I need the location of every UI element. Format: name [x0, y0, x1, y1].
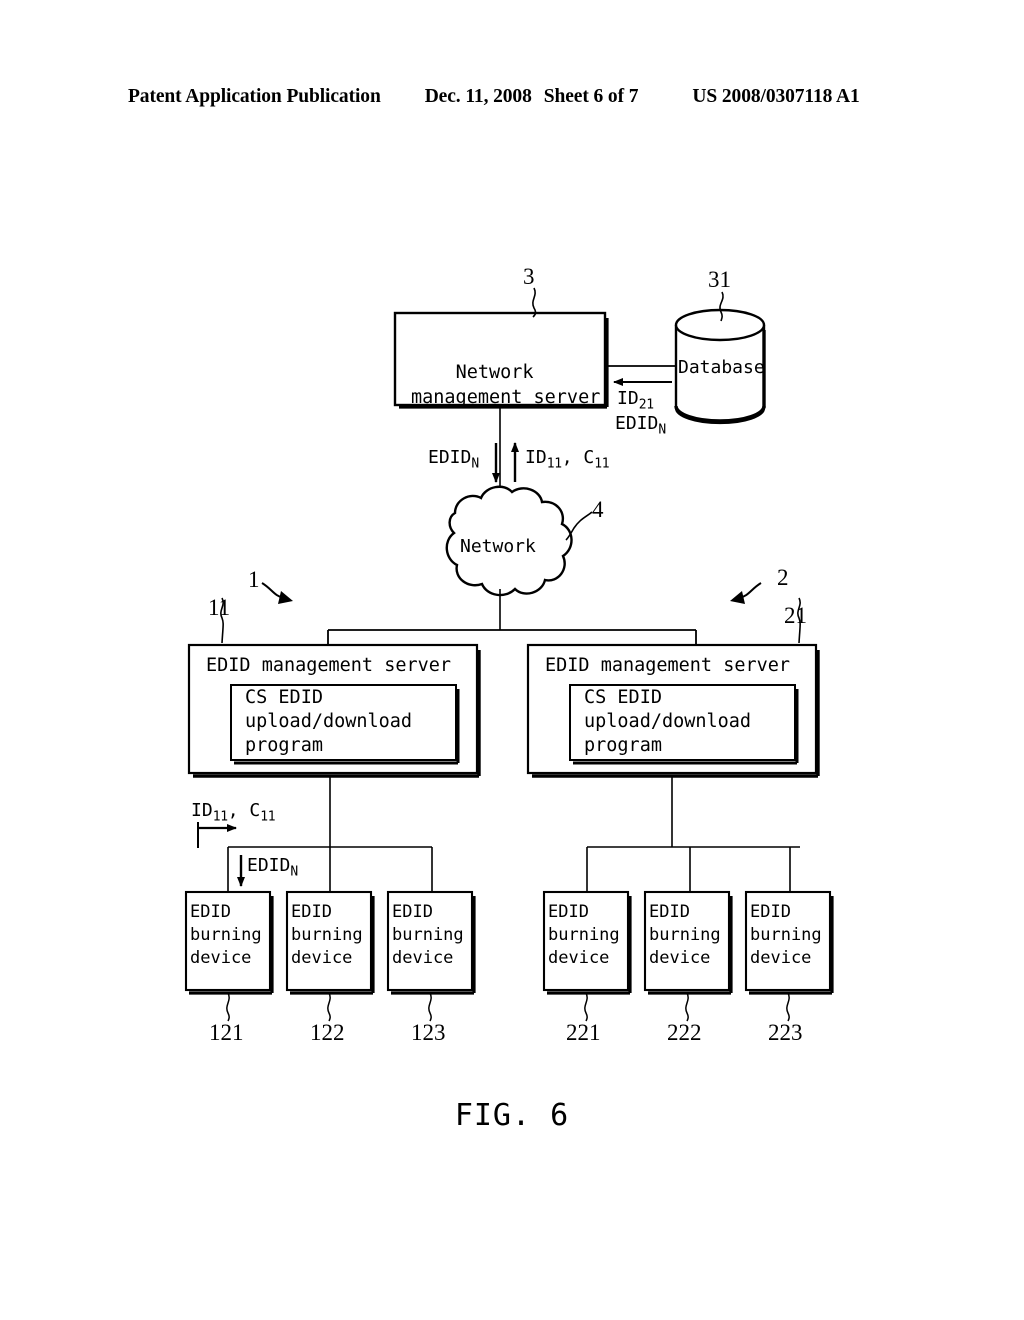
nms-up-text: ID — [525, 447, 547, 468]
edid-management-server-left-label: EDID management server — [206, 655, 452, 676]
nms-up-mid: , C — [561, 447, 595, 468]
nms-download-label: EDIDN — [428, 447, 479, 472]
ref-numeral-11: 11 — [208, 595, 231, 620]
patent-page: Patent Application Publication Dec. 11, … — [0, 0, 1024, 1320]
device-in-label: EDIDN — [247, 855, 298, 880]
database-label: Database — [678, 357, 765, 378]
nms-down-sub: N — [471, 456, 479, 472]
ref-numeral-31: 31 — [708, 267, 731, 292]
ref-numeral-4: 4 — [592, 497, 604, 522]
burning-device-label-123: EDID burning device — [392, 902, 464, 968]
cs-program-right-label: CS EDID upload/download program — [584, 687, 752, 756]
db-edid-sub: N — [658, 422, 666, 438]
db-id-sub: 21 — [638, 397, 654, 413]
network-management-server-label: Network management server — [411, 362, 601, 408]
network-cloud-label: Network — [460, 536, 536, 557]
db-edid-text: EDID — [615, 413, 659, 434]
cs-program-left-label: CS EDID upload/download program — [245, 687, 413, 756]
ref-numeral-223: 223 — [768, 1020, 803, 1045]
ref-numeral-1: 1 — [248, 567, 260, 592]
ref-numeral-222: 222 — [667, 1020, 702, 1045]
burning-device-label-121: EDID burning device — [190, 902, 262, 968]
device-in-sub: N — [290, 864, 298, 880]
server-out-text: ID — [191, 800, 213, 821]
nms-up-sub2: 11 — [594, 456, 610, 472]
ref-numeral-123: 123 — [411, 1020, 446, 1045]
ref-numeral-2: 2 — [777, 565, 789, 590]
nms-upload-label: ID11, C11 — [525, 447, 610, 472]
burning-device-label-222: EDID burning device — [649, 902, 721, 968]
device-in-text: EDID — [247, 855, 291, 876]
burning-device-label-122: EDID burning device — [291, 902, 363, 968]
server-out-mid: , C — [227, 800, 261, 821]
db-id-text: ID — [617, 388, 639, 409]
db-to-nms-label-edid: EDIDN — [615, 413, 666, 438]
server-out-sub2: 11 — [260, 809, 276, 825]
ref-numeral-122: 122 — [310, 1020, 345, 1045]
nms-up-sub1: 11 — [546, 456, 562, 472]
ref-numeral-221: 221 — [566, 1020, 601, 1045]
ref-numeral-3: 3 — [523, 264, 535, 289]
edid-management-server-right-label: EDID management server — [545, 655, 791, 676]
db-to-nms-label-id: ID21 — [617, 388, 654, 413]
database-cylinder-top — [674, 308, 766, 342]
ref-numeral-21: 21 — [784, 603, 807, 628]
burning-device-label-223: EDID burning device — [750, 902, 822, 968]
ref-numeral-121: 121 — [209, 1020, 244, 1045]
server-out-sub1: 11 — [212, 809, 228, 825]
figure-caption: FIG. 6 — [454, 1098, 570, 1133]
server-out-label: ID11, C11 — [191, 800, 276, 825]
nms-down-text: EDID — [428, 447, 472, 468]
burning-device-label-221: EDID burning device — [548, 902, 620, 968]
